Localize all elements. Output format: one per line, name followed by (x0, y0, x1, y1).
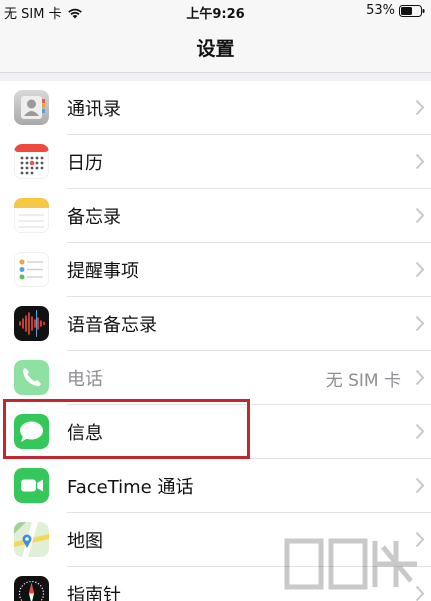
chevron-right-icon (415, 477, 425, 494)
phone-icon (14, 360, 49, 395)
settings-screen: 无 SIM 卡 上午9:26 53% 设置 通讯录 日历 备忘录 提醒事项 语音… (0, 0, 431, 601)
settings-row-facetime[interactable]: FaceTime 通话 (0, 459, 431, 513)
settings-row-phone[interactable]: 电话 无 SIM 卡 (0, 351, 431, 405)
settings-row-label: 语音备忘录 (67, 315, 157, 336)
notes-icon (14, 198, 49, 233)
voice-memos-icon (14, 306, 49, 341)
settings-row-notes[interactable]: 备忘录 (0, 189, 431, 243)
battery-percent: 53% (366, 3, 395, 18)
battery-icon (399, 4, 425, 17)
settings-row-label: 提醒事项 (67, 261, 139, 282)
settings-row-label: 电话 (67, 369, 103, 390)
chevron-right-icon (415, 423, 425, 440)
settings-row-reminders[interactable]: 提醒事项 (0, 243, 431, 297)
settings-row-label: 通讯录 (67, 99, 121, 120)
compass-icon (14, 576, 49, 601)
reminders-icon (14, 252, 49, 287)
group-separator (0, 73, 431, 81)
settings-row-label: 指南针 (67, 585, 121, 601)
navigation-bar: 设置 (0, 22, 431, 73)
watermark-logo (284, 538, 417, 590)
settings-row-label: FaceTime 通话 (67, 477, 194, 498)
settings-row-calendar[interactable]: 日历 (0, 135, 431, 189)
contacts-icon (14, 90, 49, 125)
settings-row-label: 日历 (67, 153, 103, 174)
settings-row-label: 备忘录 (67, 207, 121, 228)
chevron-right-icon (415, 315, 425, 332)
chevron-right-icon (415, 207, 425, 224)
facetime-icon (14, 468, 49, 503)
chevron-right-icon (415, 99, 425, 116)
status-right: 53% (366, 3, 425, 18)
highlight-annotation (3, 399, 250, 459)
chevron-right-icon (415, 153, 425, 170)
maps-icon (14, 522, 49, 557)
calendar-icon (14, 144, 49, 179)
settings-row-contacts[interactable]: 通讯录 (0, 81, 431, 135)
page-title: 设置 (196, 38, 235, 60)
chevron-right-icon (415, 261, 425, 278)
settings-row-label: 地图 (67, 531, 103, 552)
settings-row-value: 无 SIM 卡 (325, 371, 401, 391)
settings-list: 通讯录 日历 备忘录 提醒事项 语音备忘录 电话 无 SIM 卡 信息 Face… (0, 81, 431, 601)
status-bar: 无 SIM 卡 上午9:26 53% (0, 0, 431, 22)
chevron-right-icon (415, 369, 425, 386)
settings-row-voice-memos[interactable]: 语音备忘录 (0, 297, 431, 351)
